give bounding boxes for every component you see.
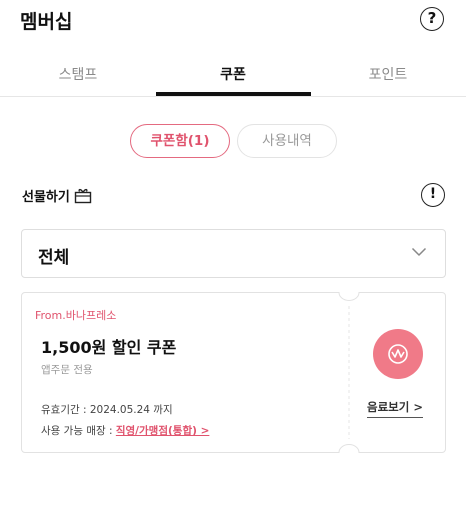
- coupon-from: From.바나프레소: [35, 309, 117, 322]
- usage-history-button[interactable]: 사용내역: [237, 124, 337, 158]
- coupon-card[interactable]: From.바나프레소 1,500원 할인 쿠폰 앱주문 전용 유효기간 : 20…: [21, 292, 446, 453]
- app-header: 멤버십 ?: [0, 0, 466, 44]
- filter-value: 전체: [38, 248, 70, 268]
- info-icon[interactable]: !: [421, 183, 445, 207]
- help-icon[interactable]: ?: [420, 7, 444, 31]
- tab-coupon[interactable]: 쿠폰: [185, 64, 281, 84]
- coupon-box-button[interactable]: 쿠폰함(1): [130, 124, 230, 158]
- coupon-name: 1,500원 할인 쿠폰: [41, 338, 177, 357]
- view-drinks-link[interactable]: 음료보기 >: [367, 399, 423, 418]
- active-tab-indicator: [156, 92, 311, 96]
- coupon-subtitle: 앱주문 전용: [41, 364, 93, 376]
- tab-stamp[interactable]: 스탬프: [30, 64, 126, 84]
- chevron-down-icon: [411, 247, 427, 257]
- coupon-validity: 유효기간 : 2024.05.24 까지: [41, 404, 173, 416]
- gift-label[interactable]: 선물하기: [22, 186, 70, 205]
- filter-select[interactable]: 전체: [21, 229, 446, 278]
- store-link[interactable]: 직영/가맹점(통합) >: [116, 425, 210, 437]
- gift-box-icon[interactable]: [74, 187, 92, 204]
- coupon-store-info: 사용 가능 매장 : 직영/가맹점(통합) >: [41, 423, 209, 438]
- tab-point[interactable]: 포인트: [340, 64, 436, 84]
- store-label: 사용 가능 매장 :: [41, 425, 116, 437]
- tab-bar: 스탬프 쿠폰 포인트: [0, 56, 466, 97]
- brand-logo-icon: [373, 329, 423, 379]
- page-title: 멤버십: [20, 11, 73, 33]
